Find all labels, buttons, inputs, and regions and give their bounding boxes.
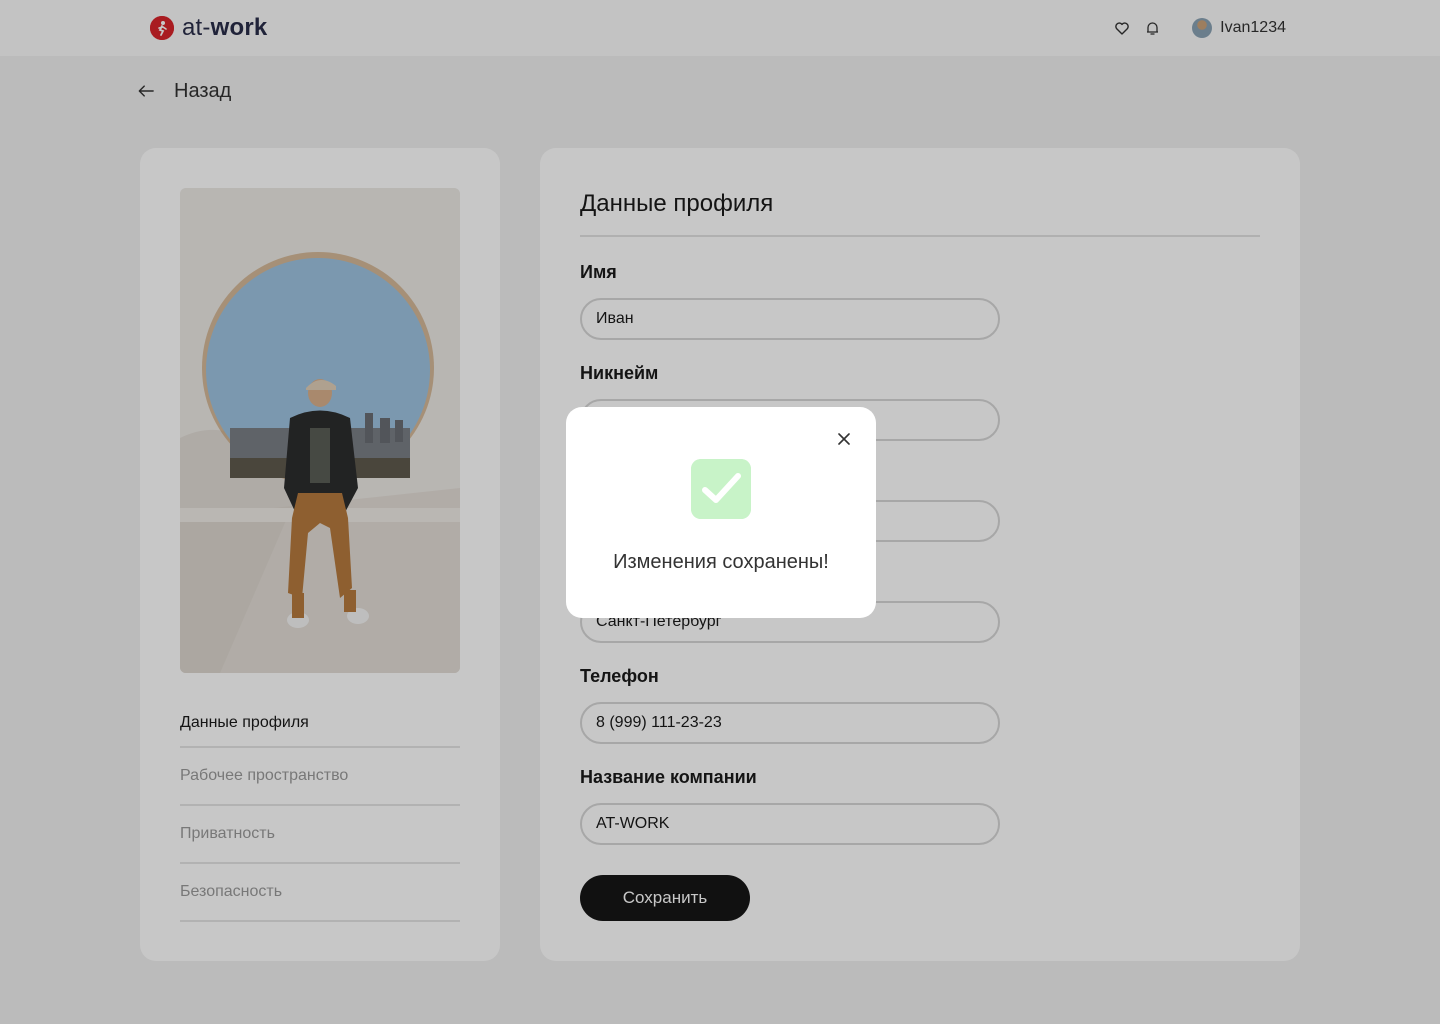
- modal-message: Изменения сохранены!: [613, 551, 829, 573]
- close-icon[interactable]: [836, 431, 852, 447]
- success-modal: Изменения сохранены!: [566, 407, 876, 618]
- success-check-icon: [691, 459, 751, 519]
